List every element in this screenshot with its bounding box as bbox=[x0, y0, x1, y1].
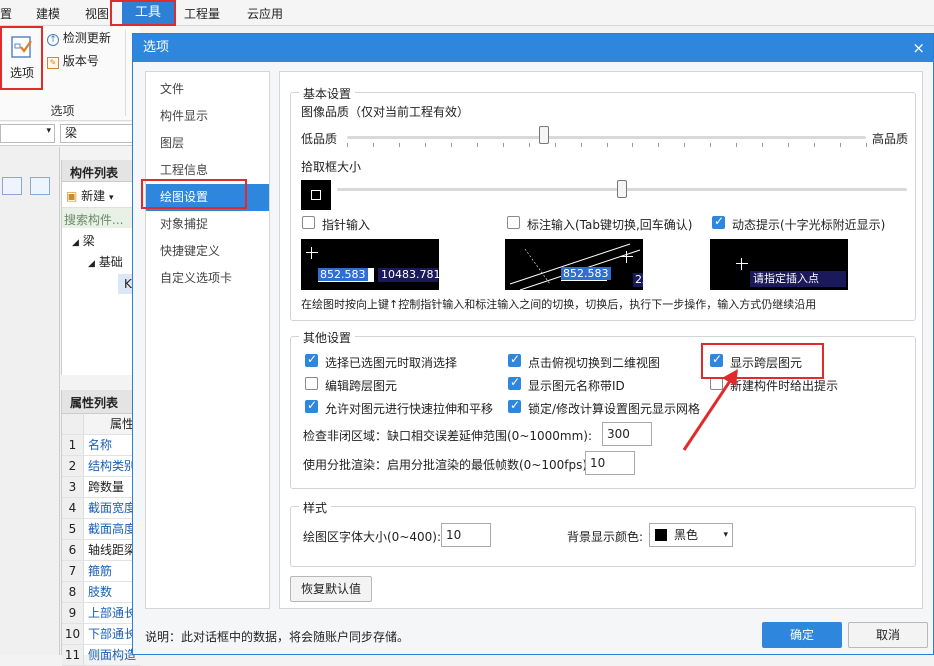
annotation-arrow bbox=[682, 369, 738, 451]
